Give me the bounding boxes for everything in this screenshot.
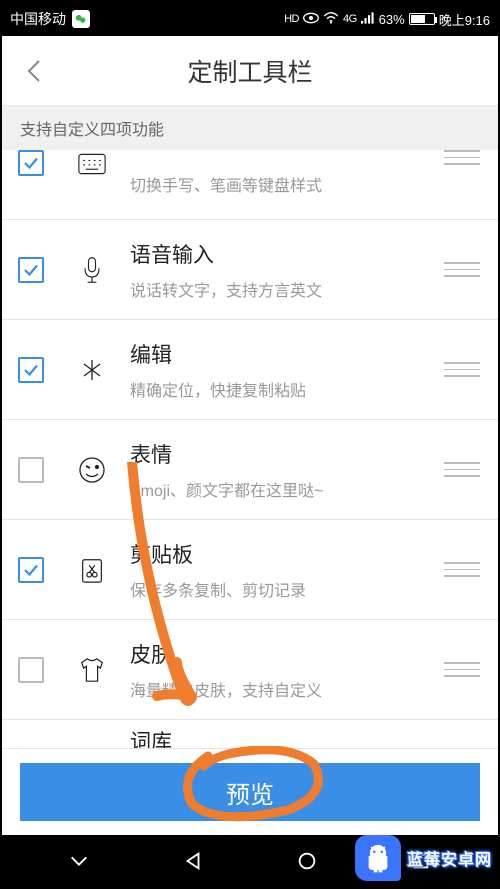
status-time: 晚上9:16 xyxy=(439,10,490,29)
keyboard-icon xyxy=(72,150,112,178)
checkbox[interactable] xyxy=(18,150,44,176)
list-item: 皮肤 海量精美皮肤，支持自定义 xyxy=(2,620,498,720)
watermark-text: 蓝莓安卓网 xyxy=(407,846,492,870)
nav-menu-button[interactable] xyxy=(59,850,99,872)
carrier-label: 中国移动 xyxy=(10,9,66,29)
checkbox[interactable] xyxy=(18,457,44,483)
chevron-down-icon xyxy=(68,850,90,872)
item-title: 皮肤 xyxy=(130,639,442,669)
preview-bar: 预览 xyxy=(2,748,498,835)
item-desc: 说话转文字，支持方言英文 xyxy=(130,277,442,301)
checkbox[interactable] xyxy=(18,557,44,583)
microphone-icon xyxy=(72,256,112,284)
drag-handle[interactable] xyxy=(442,562,482,577)
item-title: 剪贴板 xyxy=(130,539,442,569)
android-badge-icon xyxy=(355,835,401,881)
item-desc: 保存多条复制、剪切记录 xyxy=(130,577,442,601)
triangle-back-icon xyxy=(182,850,204,872)
emoji-icon xyxy=(72,456,112,484)
item-title: 编辑 xyxy=(130,339,442,369)
cursor-icon xyxy=(72,356,112,384)
toolbar-item-list: 切换手写、笔画等键盘样式 语音输入 说话转文字，支持方言英文 xyxy=(2,150,498,770)
drag-handle[interactable] xyxy=(442,462,482,477)
circle-home-icon xyxy=(296,850,318,872)
list-item: 编辑 精确定位，快捷复制粘贴 xyxy=(2,320,498,420)
hd-icon: HD xyxy=(284,13,299,25)
item-desc: 海量精美皮肤，支持自定义 xyxy=(130,677,442,701)
status-bar: 中国移动 HD 4G 63% 晚上9:16 xyxy=(2,2,498,36)
drag-handle[interactable] xyxy=(442,362,482,377)
battery-icon xyxy=(409,13,435,25)
watermark: 蓝莓安卓网 xyxy=(355,835,492,881)
eye-icon xyxy=(303,12,319,27)
item-title: 语音输入 xyxy=(130,239,442,269)
checkbox[interactable] xyxy=(18,257,44,283)
nav-home-button[interactable] xyxy=(287,850,327,872)
wifi-icon xyxy=(323,12,339,27)
preview-label: 预览 xyxy=(226,775,274,810)
chevron-left-icon xyxy=(25,57,45,85)
list-item: 切换手写、笔画等键盘样式 xyxy=(2,150,498,220)
list-item: 语音输入 说话转文字，支持方言英文 xyxy=(2,220,498,320)
preview-button[interactable]: 预览 xyxy=(20,763,480,821)
back-button[interactable] xyxy=(10,36,60,105)
page-title: 定制工具栏 xyxy=(187,53,312,89)
subtitle: 支持自定义四项功能 xyxy=(2,106,498,150)
clipboard-scissors-icon xyxy=(72,556,112,584)
checkbox[interactable] xyxy=(18,357,44,383)
drag-handle[interactable] xyxy=(442,662,482,677)
drag-handle[interactable] xyxy=(442,262,482,277)
app-header: 定制工具栏 xyxy=(2,36,498,106)
item-desc: 精确定位，快捷复制粘贴 xyxy=(130,377,442,401)
network-4g-label: 4G xyxy=(343,13,357,25)
item-desc: 切换手写、笔画等键盘样式 xyxy=(130,172,442,196)
tshirt-icon xyxy=(72,656,112,684)
item-title: 表情 xyxy=(130,439,442,469)
checkbox[interactable] xyxy=(18,657,44,683)
signal-icon xyxy=(361,12,375,27)
list-item: 表情 Emoji、颜文字都在这里哒~ xyxy=(2,420,498,520)
nav-back-button[interactable] xyxy=(173,850,213,872)
wechat-icon xyxy=(72,10,90,28)
item-desc: Emoji、颜文字都在这里哒~ xyxy=(130,477,442,501)
battery-pct: 63% xyxy=(379,12,405,27)
drag-handle[interactable] xyxy=(442,150,482,165)
list-item: 剪贴板 保存多条复制、剪切记录 xyxy=(2,520,498,620)
